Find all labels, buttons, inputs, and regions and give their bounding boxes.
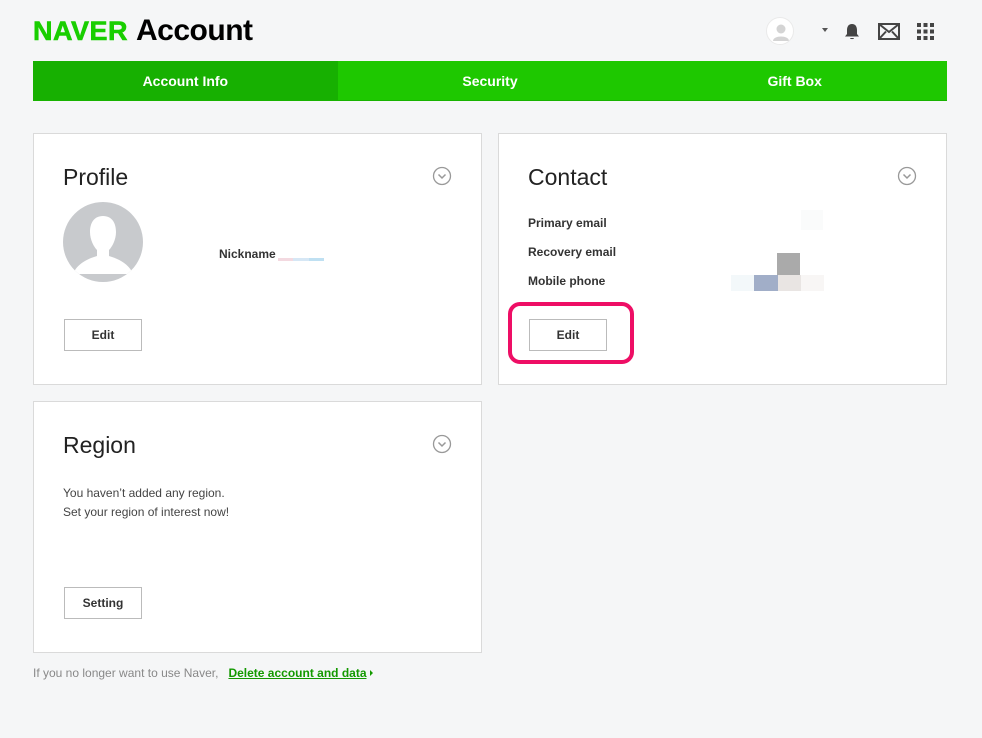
footer-text: If you no longer want to use Naver, [33, 666, 219, 680]
primary-email-redacted [801, 210, 823, 230]
apps-grid-icon[interactable] [917, 23, 934, 40]
profile-title: Profile [63, 164, 129, 190]
user-avatar-icon[interactable] [766, 17, 794, 45]
footer: If you no longer want to use Naver, Dele… [33, 666, 373, 680]
recovery-email-redacted [777, 253, 800, 275]
chevron-down-icon[interactable] [897, 166, 917, 186]
nickname-value-redacted [278, 258, 324, 261]
region-card: Region You haven’t added any region. Set… [33, 401, 482, 653]
mobile-phone-label: Mobile phone [528, 274, 606, 288]
profile-edit-button[interactable]: Edit [64, 319, 142, 351]
delete-account-link[interactable]: Delete account and data [228, 666, 366, 680]
nickname-label: Nickname [219, 247, 276, 261]
tab-gift-box[interactable]: Gift Box [642, 61, 947, 100]
recovery-email-label: Recovery email [528, 245, 617, 259]
header: NAVER Account [0, 0, 982, 61]
tab-security[interactable]: Security [338, 61, 643, 100]
bell-icon[interactable] [842, 22, 862, 42]
logo-product: Account [136, 14, 253, 47]
region-message-line2: Set your region of interest now! [63, 505, 230, 519]
arrow-right-icon [369, 670, 373, 676]
highlight-box [508, 302, 634, 364]
profile-card: Profile Nickname Edit [33, 133, 482, 385]
primary-email-label: Primary email [528, 216, 607, 230]
region-setting-button[interactable]: Setting [64, 587, 142, 619]
naver-account-logo[interactable]: NAVER Account [33, 14, 253, 48]
region-title: Region [63, 432, 136, 458]
main-tabs: Account Info Security Gift Box [33, 61, 947, 101]
contact-title: Contact [528, 164, 608, 190]
region-message: You haven’t added any region. Set your r… [63, 484, 229, 522]
logo-brand: NAVER [33, 16, 129, 47]
region-message-line1: You haven’t added any region. [63, 486, 225, 500]
chevron-down-icon[interactable] [432, 166, 452, 186]
caret-down-icon[interactable] [822, 28, 828, 32]
tab-account-info[interactable]: Account Info [33, 61, 338, 100]
mail-icon[interactable] [878, 23, 900, 40]
chevron-down-icon[interactable] [432, 434, 452, 454]
avatar [63, 202, 143, 282]
mobile-phone-redacted [731, 275, 824, 291]
